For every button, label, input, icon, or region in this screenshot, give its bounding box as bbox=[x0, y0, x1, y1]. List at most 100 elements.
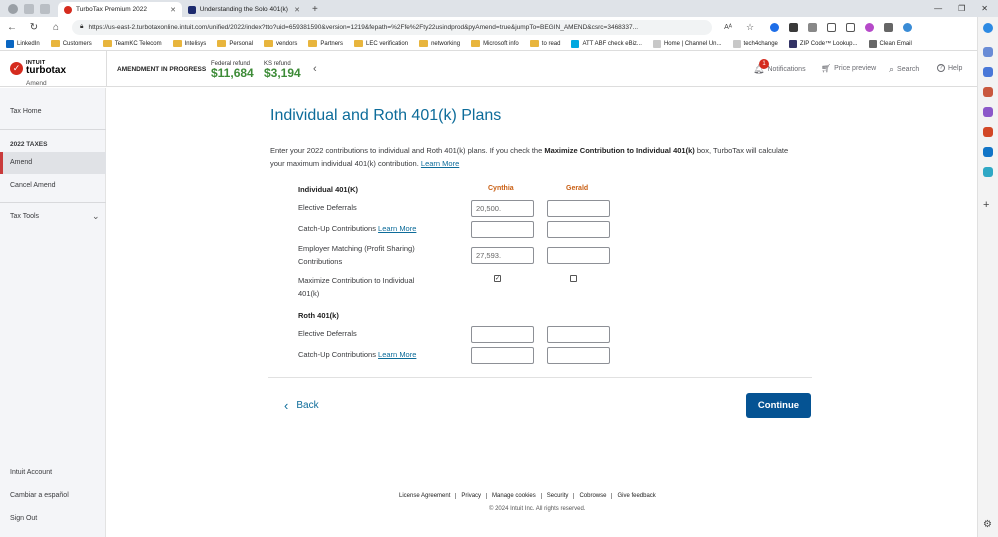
favorite-star-icon[interactable]: ☆ bbox=[744, 22, 756, 33]
home-icon[interactable]: ⌂ bbox=[50, 22, 62, 33]
bookmark-item[interactable]: Personal bbox=[217, 40, 253, 47]
individual-catch-up-person2-input[interactable] bbox=[547, 221, 610, 238]
close-window-icon[interactable]: ✕ bbox=[981, 4, 988, 13]
collections-icon[interactable] bbox=[846, 22, 855, 32]
help-button[interactable]: ? Help bbox=[937, 64, 962, 72]
help-label: Help bbox=[948, 64, 963, 72]
federal-refund[interactable]: Federal refund $11,684 bbox=[211, 61, 254, 79]
extension-icon[interactable] bbox=[789, 22, 798, 32]
roth-elective-deferrals-person1-input[interactable] bbox=[471, 326, 534, 343]
back-button[interactable]: ‹ Back bbox=[284, 398, 319, 413]
add-icon[interactable]: + bbox=[983, 200, 989, 211]
footer-link[interactable]: Give feedback bbox=[612, 493, 660, 499]
extension-icon[interactable] bbox=[808, 22, 817, 32]
tab-turbotax[interactable]: TurboTax Premium 2022 ✕ bbox=[58, 2, 182, 17]
price-preview-button[interactable]: 🛒︎ Price preview bbox=[821, 64, 876, 73]
sidebar-item-tax-home[interactable]: Tax Home bbox=[10, 108, 42, 115]
roth-catch-up-person1-input[interactable] bbox=[471, 347, 534, 364]
bookmark-label: to read bbox=[541, 40, 561, 47]
bookmark-item[interactable]: Microsoft info bbox=[471, 40, 519, 47]
extensions-puzzle-icon[interactable] bbox=[884, 22, 893, 32]
bookmark-item[interactable]: ZIP Code™ Lookup... bbox=[788, 39, 858, 48]
catch-up-label-text: Catch-Up Contributions bbox=[298, 224, 379, 233]
individual-catch-up-person1-input[interactable] bbox=[471, 221, 534, 238]
new-tab-button[interactable]: + bbox=[306, 2, 324, 17]
copilot-icon[interactable] bbox=[903, 22, 912, 32]
roth-elective-deferrals-label: Elective Deferrals bbox=[298, 329, 357, 338]
url-field[interactable]: 🔒︎ https://us-east-2.turbotaxonline.intu… bbox=[72, 19, 712, 35]
maximize-contribution-person1-checkbox[interactable]: ✓ bbox=[494, 275, 501, 282]
bookmark-item[interactable]: TeamKC Telecom bbox=[102, 40, 162, 47]
chevron-down-icon[interactable]: ⌄ bbox=[92, 211, 100, 222]
shopping-icon[interactable] bbox=[983, 67, 993, 77]
tools-icon[interactable] bbox=[983, 87, 993, 97]
send-icon[interactable] bbox=[983, 167, 993, 177]
bookmark-item[interactable]: Partners bbox=[308, 40, 343, 47]
turbotax-logo[interactable]: ✓ INTUIT turbotax bbox=[10, 60, 66, 76]
sidebar-item-spanish[interactable]: Cambiar a español bbox=[10, 492, 69, 499]
employer-matching-label-line2: Contributions bbox=[298, 257, 343, 266]
footer-link[interactable]: Privacy bbox=[456, 493, 488, 499]
bookmark-item[interactable]: vendors bbox=[264, 40, 297, 47]
footer-link[interactable]: License Agreement bbox=[399, 493, 457, 499]
footer-link[interactable]: Cobrowse bbox=[574, 493, 613, 499]
sidebar-item-sign-out[interactable]: Sign Out bbox=[10, 515, 37, 522]
tab-solo-401k[interactable]: Understanding the Solo 401(k) II ✕ bbox=[182, 2, 306, 17]
outlook-icon[interactable] bbox=[983, 147, 993, 157]
bookmark-item[interactable]: to read bbox=[529, 40, 561, 47]
bookmark-item[interactable]: Intelisys bbox=[172, 40, 206, 47]
ks-refund[interactable]: KS refund $3,194 bbox=[264, 61, 301, 79]
roth-catch-up-learn-more-link[interactable]: Learn More bbox=[378, 350, 416, 359]
window-controls: — ❐ ✕ bbox=[934, 0, 998, 17]
read-aloud-icon[interactable]: Aᴬ bbox=[722, 24, 734, 31]
bookmark-item[interactable]: LinkedIn bbox=[6, 39, 40, 48]
roth-elective-deferrals-person2-input[interactable] bbox=[547, 326, 610, 343]
footer-link[interactable]: Security bbox=[542, 493, 575, 499]
extension-icon[interactable] bbox=[770, 22, 779, 32]
workspaces-icon[interactable] bbox=[24, 3, 34, 14]
bookmark-item[interactable]: tech4change bbox=[732, 39, 778, 48]
continue-button[interactable]: Continue bbox=[746, 393, 811, 418]
maximize-contribution-person2-checkbox[interactable] bbox=[570, 275, 577, 282]
bookmark-label: Personal bbox=[229, 40, 253, 47]
folder-icon bbox=[529, 40, 539, 47]
individual-elective-deferrals-person1-input[interactable] bbox=[471, 200, 534, 217]
bookmark-item[interactable]: Clean Email bbox=[868, 39, 912, 48]
sidebar-item-intuit-account[interactable]: Intuit Account bbox=[10, 469, 52, 476]
collapse-refund-chevron-icon[interactable]: ‹ bbox=[313, 63, 317, 75]
profile-icon[interactable] bbox=[8, 3, 18, 14]
minimize-icon[interactable]: — bbox=[934, 4, 942, 13]
refresh-icon[interactable]: ↻ bbox=[28, 22, 40, 33]
copilot-icon[interactable] bbox=[983, 23, 993, 33]
search-button[interactable]: ⌕ Search bbox=[889, 64, 919, 75]
games-icon[interactable] bbox=[983, 107, 993, 117]
settings-icon[interactable]: ⚙ bbox=[983, 520, 992, 530]
bookmark-item[interactable]: LEC verification bbox=[354, 40, 408, 47]
bookmark-item[interactable]: networking bbox=[419, 40, 460, 47]
individual-elective-deferrals-person2-input[interactable] bbox=[547, 200, 610, 217]
folder-icon bbox=[172, 40, 182, 47]
learn-more-link[interactable]: Learn More bbox=[421, 159, 459, 168]
sidebar-item-amend[interactable]: Amend bbox=[10, 159, 32, 166]
employer-matching-person2-input[interactable] bbox=[547, 247, 610, 264]
search-icon[interactable] bbox=[983, 47, 993, 57]
sidebar-item-tax-tools[interactable]: Tax Tools bbox=[10, 213, 39, 220]
bookmark-item[interactable]: ATT ABF check eBiz... bbox=[571, 39, 642, 48]
page-title: Individual and Roth 401(k) Plans bbox=[270, 107, 502, 124]
office-icon[interactable] bbox=[983, 127, 993, 137]
extension-icon[interactable] bbox=[865, 22, 874, 32]
employer-matching-person1-input[interactable] bbox=[471, 247, 534, 264]
sidebar-item-cancel-amend[interactable]: Cancel Amend bbox=[10, 182, 56, 189]
roth-catch-up-person2-input[interactable] bbox=[547, 347, 610, 364]
tab-actions-icon[interactable] bbox=[40, 3, 50, 14]
bookmark-item[interactable]: Home | Channel Un... bbox=[652, 39, 722, 48]
back-arrow-icon[interactable]: ← bbox=[6, 22, 18, 33]
maximize-icon[interactable]: ❐ bbox=[958, 4, 965, 13]
catch-up-learn-more-link[interactable]: Learn More bbox=[378, 224, 416, 233]
close-icon[interactable]: ✕ bbox=[294, 6, 300, 14]
close-icon[interactable]: ✕ bbox=[170, 6, 176, 14]
favorites-icon[interactable] bbox=[827, 22, 836, 32]
bookmark-item[interactable]: Customers bbox=[50, 40, 92, 47]
footer-link[interactable]: Manage cookies bbox=[487, 493, 542, 499]
notifications-badge: 1 bbox=[759, 59, 769, 69]
